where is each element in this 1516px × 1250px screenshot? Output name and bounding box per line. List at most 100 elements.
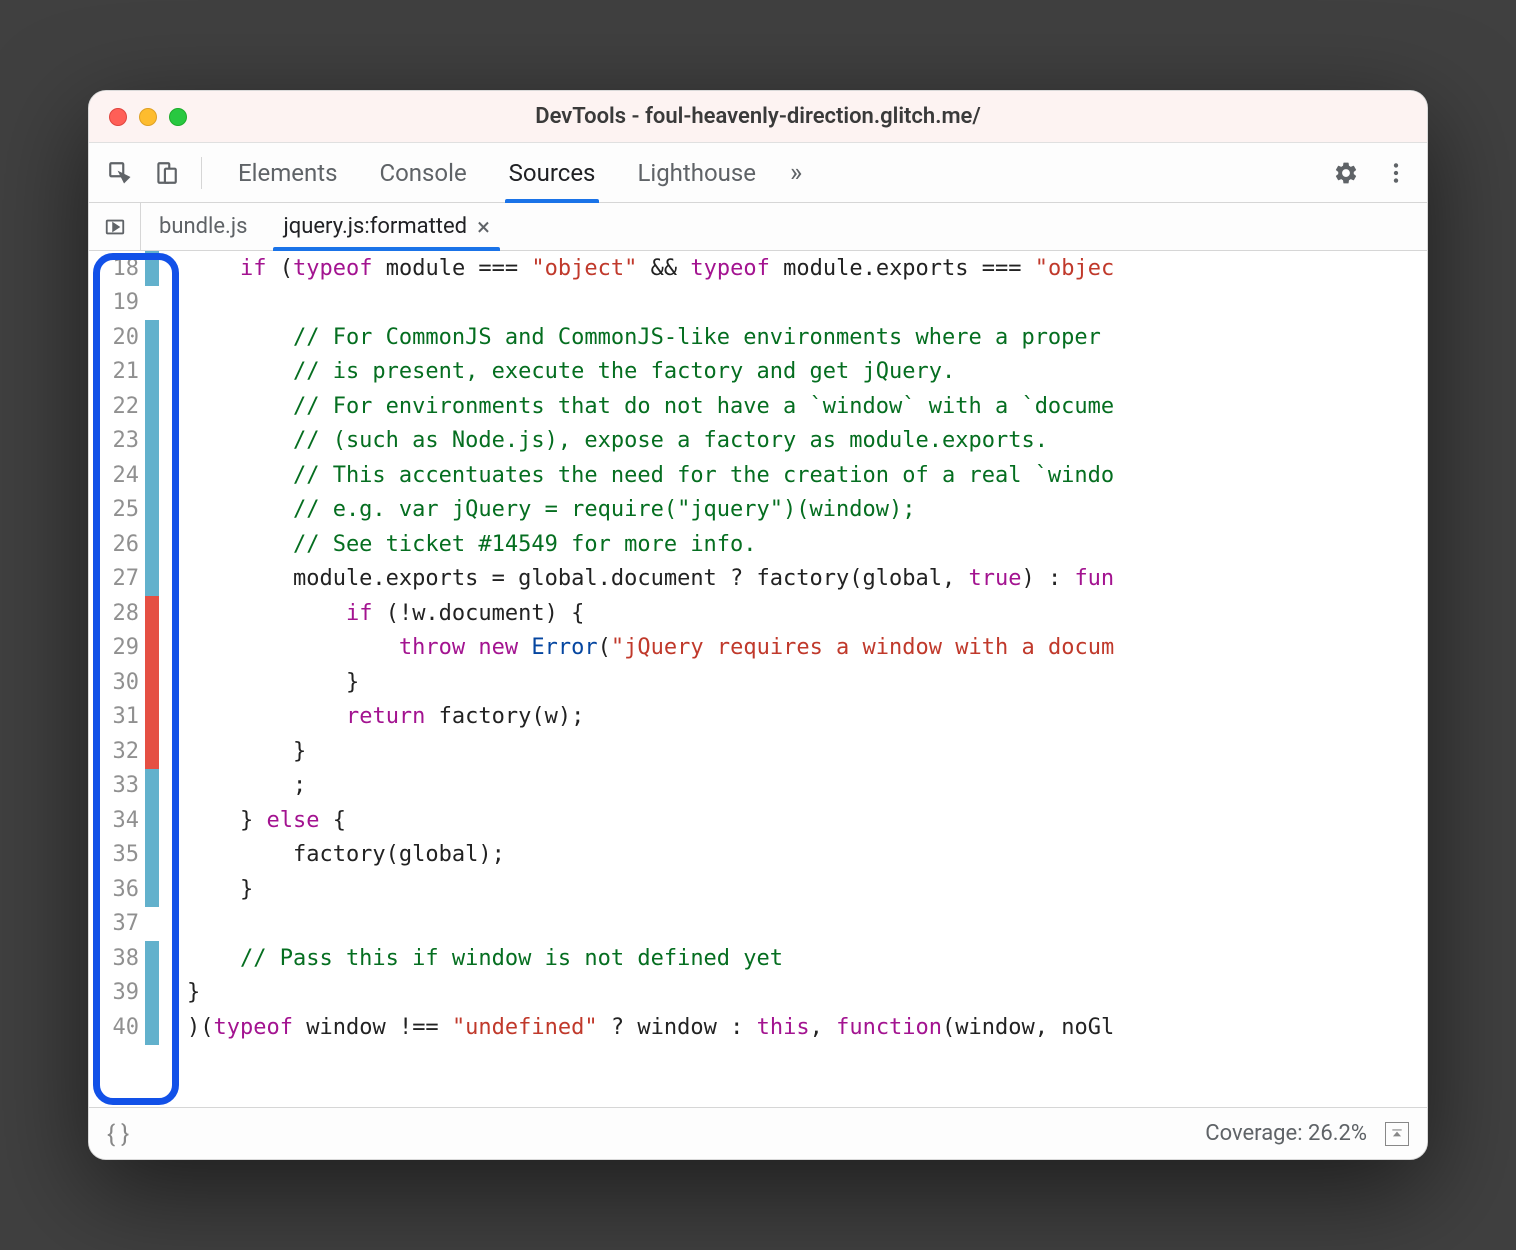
toolbar-divider xyxy=(201,157,202,189)
gutter-line[interactable]: 39 xyxy=(89,976,159,1011)
gutter-line[interactable]: 34 xyxy=(89,803,159,838)
navigator-toggle-icon[interactable] xyxy=(89,203,141,250)
line-number: 27 xyxy=(89,566,145,591)
gutter-line[interactable]: 33 xyxy=(89,769,159,804)
window-close-button[interactable] xyxy=(109,108,127,126)
coverage-marker xyxy=(145,907,159,942)
coverage-marker xyxy=(145,251,159,286)
line-number: 29 xyxy=(89,635,145,660)
line-number: 39 xyxy=(89,980,145,1005)
gutter-line[interactable]: 25 xyxy=(89,493,159,528)
code-line[interactable]: if (typeof module === "object" && typeof… xyxy=(187,251,1427,286)
gutter: 18192021 22 23 24 25 26 27 28 29 30 31 32 3334 35 3637… xyxy=(89,251,159,1107)
code-line[interactable]: // For CommonJS and CommonJS-like enviro… xyxy=(187,320,1427,355)
code-line[interactable]: // Pass this if window is not defined ye… xyxy=(187,941,1427,976)
code-line[interactable]: ; xyxy=(187,769,1427,804)
window-zoom-button[interactable] xyxy=(169,108,187,126)
file-tab-bundle[interactable]: bundle.js xyxy=(141,203,265,250)
code-line[interactable]: } xyxy=(187,872,1427,907)
code-line[interactable]: // is present, execute the factory and g… xyxy=(187,355,1427,390)
tab-elements[interactable]: Elements xyxy=(218,143,357,202)
gutter-line[interactable]: 28 xyxy=(89,596,159,631)
coverage-marker xyxy=(145,941,159,976)
gutter-line[interactable]: 27 xyxy=(89,562,159,597)
code-line[interactable]: // This accentuates the need for the cre… xyxy=(187,458,1427,493)
code-line[interactable]: if (!w.document) { xyxy=(187,596,1427,631)
status-bar: { } Coverage: 26.2% xyxy=(89,1107,1427,1159)
line-number: 26 xyxy=(89,532,145,557)
device-toolbar-icon[interactable] xyxy=(147,154,185,192)
line-number: 25 xyxy=(89,497,145,522)
gutter-line[interactable]: 37 xyxy=(89,907,159,942)
tab-label: Elements xyxy=(238,159,337,187)
file-tab-label: bundle.js xyxy=(159,214,247,239)
sources-sub-toolbar: bundle.js jquery.js:formatted × xyxy=(89,203,1427,251)
window-minimize-button[interactable] xyxy=(139,108,157,126)
line-number: 35 xyxy=(89,842,145,867)
file-tab-label: jquery.js:formatted xyxy=(283,214,467,239)
gutter-line[interactable]: 40 xyxy=(89,1010,159,1045)
file-tab-jquery-formatted[interactable]: jquery.js:formatted × xyxy=(265,203,507,250)
gutter-line[interactable]: 22 xyxy=(89,389,159,424)
pretty-print-icon[interactable]: { } xyxy=(107,1120,129,1148)
line-number: 24 xyxy=(89,463,145,488)
code-line[interactable]: } xyxy=(187,665,1427,700)
gutter-line[interactable]: 26 xyxy=(89,527,159,562)
gutter-line[interactable]: 24 xyxy=(89,458,159,493)
code-line[interactable]: // See ticket #14549 for more info. xyxy=(187,527,1427,562)
more-tabs-icon[interactable]: » xyxy=(778,158,814,188)
gutter-line[interactable]: 23 xyxy=(89,424,159,459)
coverage-marker xyxy=(145,389,159,424)
line-number: 22 xyxy=(89,394,145,419)
coverage-marker xyxy=(145,458,159,493)
gutter-line[interactable]: 32 xyxy=(89,734,159,769)
line-number: 32 xyxy=(89,739,145,764)
tab-sources[interactable]: Sources xyxy=(489,143,616,202)
code-editor[interactable]: 18192021 22 23 24 25 26 27 28 29 30 31 32 3334 35 3637… xyxy=(89,251,1427,1107)
coverage-marker xyxy=(145,527,159,562)
code-line[interactable]: module.exports = global.document ? facto… xyxy=(187,562,1427,597)
code-line[interactable]: } xyxy=(187,976,1427,1011)
coverage-marker xyxy=(145,872,159,907)
code-line[interactable]: // For environments that do not have a `… xyxy=(187,389,1427,424)
gutter-line[interactable]: 19 xyxy=(89,286,159,321)
code-line[interactable]: factory(global); xyxy=(187,838,1427,873)
code-line[interactable]: // e.g. var jQuery = require("jquery")(w… xyxy=(187,493,1427,528)
coverage-marker xyxy=(145,1010,159,1045)
close-icon[interactable]: × xyxy=(477,215,490,239)
window-title: DevTools - foul-heavenly-direction.glitc… xyxy=(535,104,981,129)
inspect-element-icon[interactable] xyxy=(101,154,139,192)
gutter-line[interactable]: 21 xyxy=(89,355,159,390)
code-area[interactable]: if (typeof module === "object" && typeof… xyxy=(159,251,1427,1107)
coverage-marker xyxy=(145,355,159,390)
gear-icon[interactable] xyxy=(1327,154,1365,192)
line-number: 31 xyxy=(89,704,145,729)
code-line[interactable]: return factory(w); xyxy=(187,700,1427,735)
code-line[interactable]: } xyxy=(187,734,1427,769)
tab-lighthouse[interactable]: Lighthouse xyxy=(617,143,776,202)
gutter-line[interactable]: 18 xyxy=(89,251,159,286)
gutter-line[interactable]: 20 xyxy=(89,320,159,355)
kebab-menu-icon[interactable] xyxy=(1377,154,1415,192)
coverage-marker xyxy=(145,596,159,631)
code-line[interactable] xyxy=(187,907,1427,942)
code-line[interactable]: } else { xyxy=(187,803,1427,838)
code-line[interactable]: )(typeof window !== "undefined" ? window… xyxy=(187,1010,1427,1045)
code-line[interactable]: throw new Error("jQuery requires a windo… xyxy=(187,631,1427,666)
line-number: 28 xyxy=(89,601,145,626)
coverage-label: Coverage: 26.2% xyxy=(1205,1121,1367,1146)
gutter-line[interactable]: 31 xyxy=(89,700,159,735)
code-line[interactable]: // (such as Node.js), expose a factory a… xyxy=(187,424,1427,459)
gutter-line[interactable]: 29 xyxy=(89,631,159,666)
gutter-line[interactable]: 35 xyxy=(89,838,159,873)
panel-tabs: Elements Console Sources Lighthouse » xyxy=(218,143,1319,202)
coverage-marker xyxy=(145,493,159,528)
gutter-line[interactable]: 30 xyxy=(89,665,159,700)
gutter-line[interactable]: 36 xyxy=(89,872,159,907)
coverage-marker xyxy=(145,976,159,1011)
code-line[interactable] xyxy=(187,286,1427,321)
gutter-line[interactable]: 38 xyxy=(89,941,159,976)
scroll-top-icon[interactable] xyxy=(1385,1122,1409,1146)
coverage-marker xyxy=(145,734,159,769)
tab-console[interactable]: Console xyxy=(359,143,486,202)
